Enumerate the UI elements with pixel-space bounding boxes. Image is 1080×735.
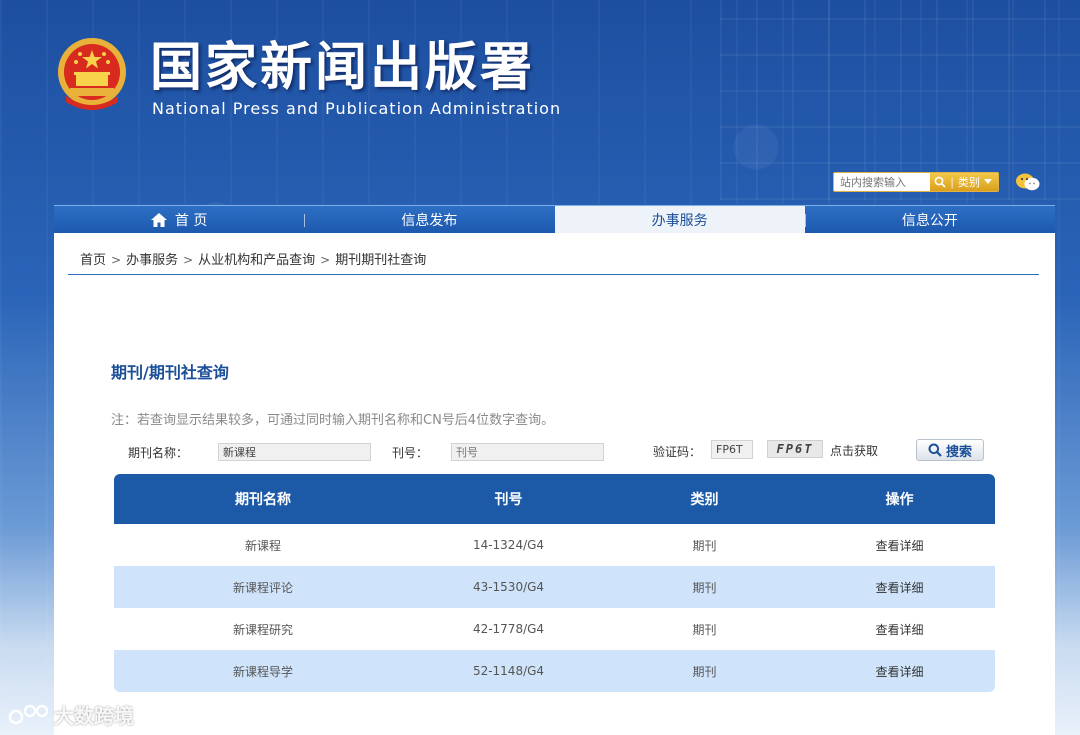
nav-item-label: 信息发布 [401,213,458,229]
breadcrumb-separator: > [320,253,331,267]
nav-item-label: 首 页 [174,213,208,229]
site-title: 国家新闻出版署 [150,37,536,98]
journal-name-input[interactable] [218,443,371,461]
view-details-link[interactable]: 查看详细 [804,524,995,566]
table-row: 新课程 14-1324/G4 期刊 查看详细 [114,524,995,566]
search-button[interactable]: 搜索 [916,439,984,461]
cn-label: 刊号： [392,446,429,460]
captcha-refresh-link[interactable]: 点击获取 [830,442,878,459]
site-subtitle: National Press and Publication Administr… [152,99,562,118]
watermark-text: 大数跨境 [54,704,134,728]
cn-input[interactable] [451,443,604,461]
table-row: 新课程研究 42-1778/G4 期刊 查看详细 [114,608,995,650]
cell-name: 新课程导学 [232,664,293,679]
nav-item-news[interactable]: 信息发布 [304,206,554,234]
column-header-action: 操作 [885,492,914,508]
captcha-image[interactable]: FP6T [767,440,823,458]
nav-item-disclosure[interactable]: 信息公开 [804,206,1055,234]
captcha-input[interactable] [711,440,753,459]
cell-cn: 43-1530/G4 [472,580,545,594]
view-details-link[interactable]: 查看详细 [804,566,995,608]
cell-name: 新课程 [244,538,281,553]
main-nav: 首 页 信息发布 办事服务 信息公开 [54,205,1055,234]
cell-type: 期刊 [692,580,717,595]
wechat-icon[interactable] [1015,172,1041,192]
separator: | [950,175,954,189]
table-row: 新课程评论 43-1530/G4 期刊 查看详细 [114,566,995,608]
breadcrumb-services[interactable]: 办事服务 [126,253,178,268]
nav-item-label: 信息公开 [901,213,958,229]
view-details-link[interactable]: 查看详细 [804,650,995,692]
nav-item-label: 办事服务 [651,213,708,229]
results-table: 期刊名称 刊号 类别 操作 新课程 14-1324/G4 期刊 查看详细 新课程… [114,474,995,692]
breadcrumb-separator: > [183,253,194,267]
watermark-logo-icon [8,704,49,724]
cell-type: 期刊 [692,538,717,553]
breadcrumb-separator: > [111,253,122,267]
captcha-label: 验证码： [653,445,702,459]
cell-cn: 14-1324/G4 [472,538,545,552]
home-icon [150,213,167,227]
cell-name: 新课程评论 [232,580,293,595]
breadcrumb: 首页 > 办事服务 > 从业机构和产品查询 > 期刊期刊社查询 [80,249,426,268]
breadcrumb-institutions[interactable]: 从业机构和产品查询 [198,253,315,268]
page-title: 期刊/期刊社查询 [111,363,229,382]
site-search-controls: | 类别 [930,173,998,191]
column-header-type: 类别 [690,492,719,508]
breadcrumb-home[interactable]: 首页 [80,253,106,268]
national-emblem-icon [58,38,126,110]
table-header: 期刊名称 刊号 类别 操作 [114,474,995,524]
cell-type: 期刊 [692,622,717,637]
cell-type: 期刊 [692,664,717,679]
view-details-link[interactable]: 查看详细 [804,608,995,650]
watermark: 大数跨境 [8,700,134,729]
content-panel: 首页 > 办事服务 > 从业机构和产品查询 > 期刊期刊社查询 期刊/期刊社查询 注：若查询… [54,233,1055,735]
cell-cn: 42-1778/G4 [472,622,545,636]
cell-cn: 52-1148/G4 [472,664,545,678]
search-note: 注：若查询显示结果较多，可通过同时输入期刊名称和CN号后4位数字查询。 [111,413,555,428]
table-row: 新课程导学 52-1148/G4 期刊 查看详细 [114,650,995,692]
category-select[interactable]: 类别 [958,174,980,190]
breadcrumb-divider [68,274,1039,275]
search-icon [928,443,942,457]
site-search: | 类别 [833,172,999,192]
search-icon[interactable] [934,176,946,188]
journal-name-label: 期刊名称： [128,446,189,460]
site-search-input[interactable] [834,174,930,190]
column-header-name: 期刊名称 [235,492,291,508]
chevron-down-icon [984,179,992,184]
search-button-label: 搜索 [945,444,972,460]
nav-item-home[interactable]: 首 页 [54,206,304,234]
nav-item-services[interactable]: 办事服务 [554,206,805,234]
column-header-cn: 刊号 [494,492,523,508]
cell-name: 新课程研究 [232,622,293,637]
background-grid [720,0,1080,200]
breadcrumb-current[interactable]: 期刊期刊社查询 [335,253,426,268]
